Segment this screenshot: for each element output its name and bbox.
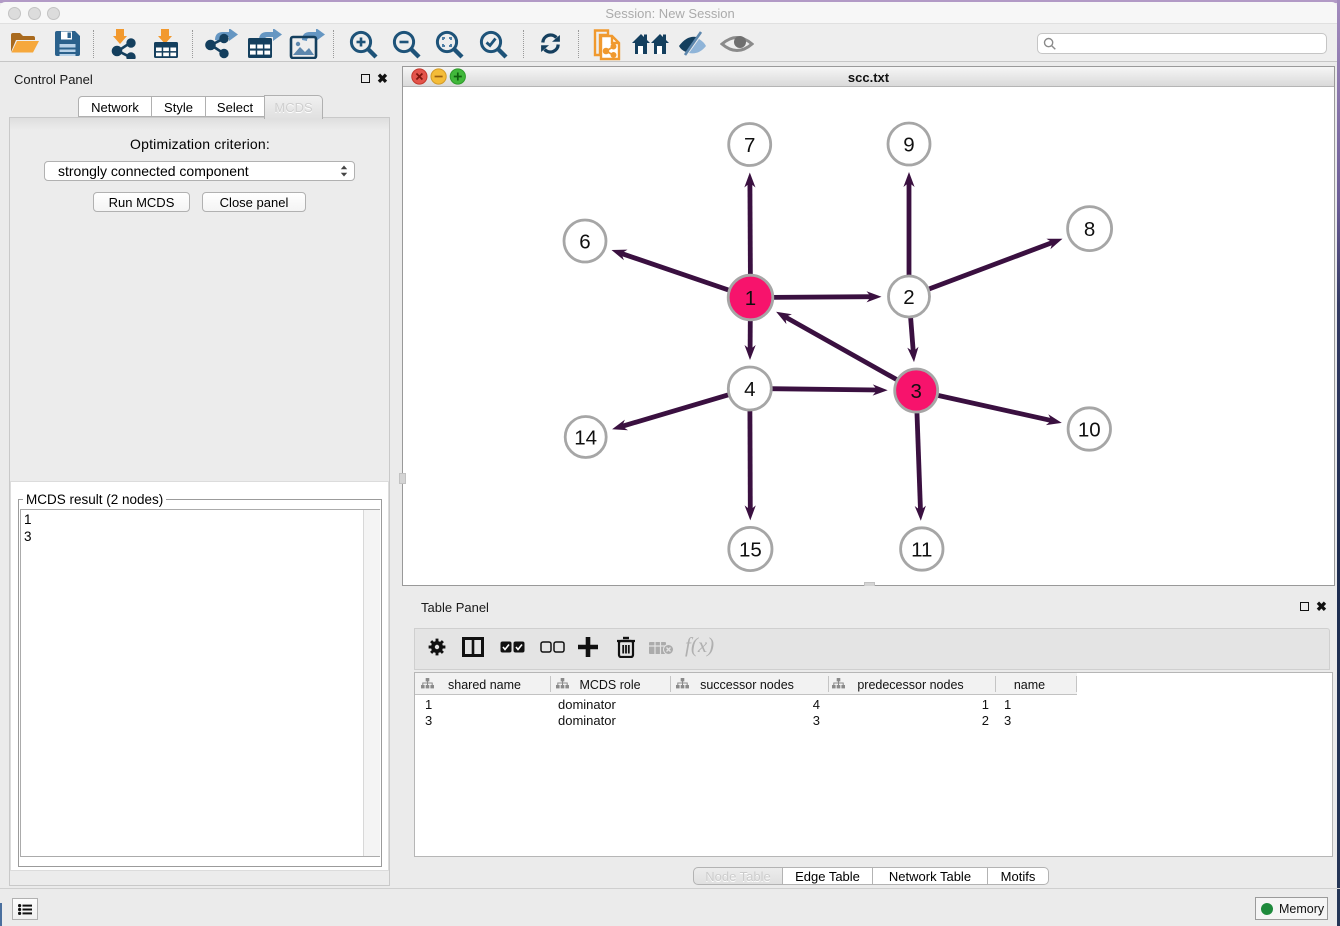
svg-text:14: 14	[574, 426, 597, 449]
svg-text:8: 8	[1084, 218, 1095, 241]
svg-text:6: 6	[579, 230, 590, 253]
svg-text:1: 1	[745, 287, 756, 310]
svg-text:7: 7	[744, 134, 755, 157]
svg-text:2: 2	[903, 286, 914, 309]
svg-text:10: 10	[1078, 418, 1101, 441]
svg-text:4: 4	[744, 378, 755, 401]
svg-text:3: 3	[910, 380, 921, 403]
svg-text:9: 9	[903, 133, 914, 156]
svg-text:11: 11	[911, 538, 932, 561]
svg-text:15: 15	[739, 538, 762, 561]
